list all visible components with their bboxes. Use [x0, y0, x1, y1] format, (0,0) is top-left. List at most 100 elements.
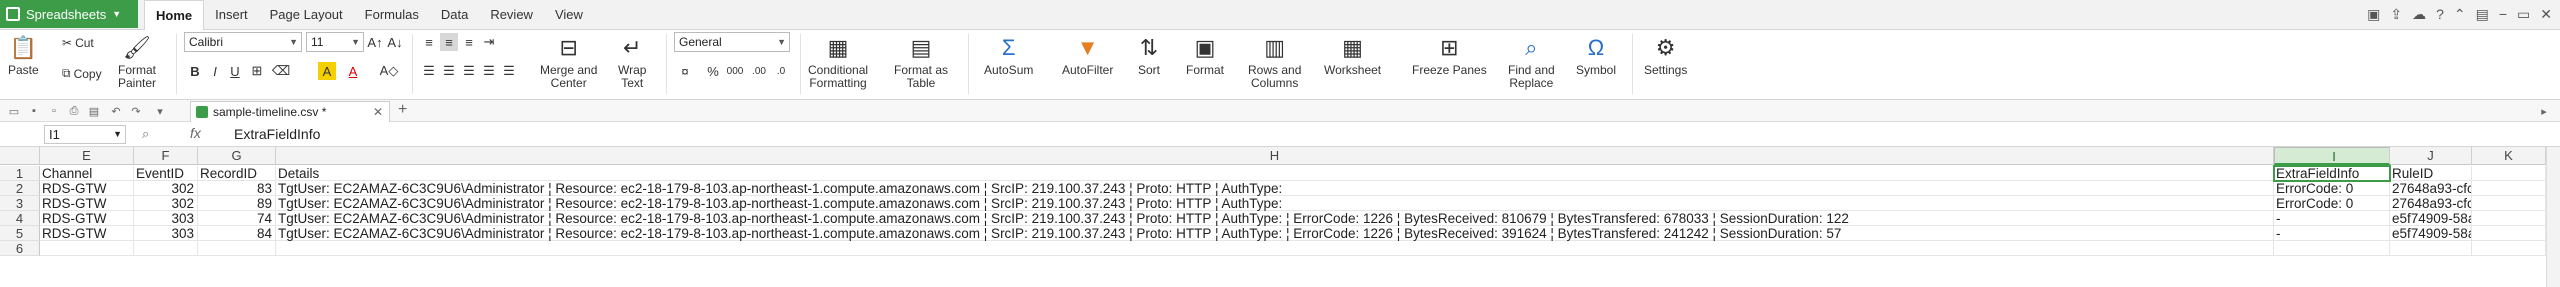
row-header[interactable]: 1 — [0, 166, 40, 181]
increase-font-icon[interactable]: A↑ — [366, 33, 384, 51]
restore-toolbar-icon[interactable]: ▤ — [2476, 6, 2489, 23]
app-menu-button[interactable]: Spreadsheets ▼ — [0, 0, 138, 28]
tab-home[interactable]: Home — [144, 0, 205, 31]
merge-center-button[interactable]: ⊟ Merge and Center — [540, 34, 597, 90]
cell[interactable]: 27648a93-cfc0-49 — [2390, 181, 2472, 196]
document-tab[interactable]: sample-timeline.csv * ✕ — [190, 101, 390, 122]
print-preview-icon[interactable]: ▤ — [86, 103, 102, 119]
cell[interactable]: ExtraFieldInfo — [2274, 166, 2390, 181]
select-all-corner[interactable] — [0, 147, 40, 165]
skin-icon[interactable]: ▣ — [2367, 6, 2380, 23]
cell[interactable]: TgtUser: EC2AMAZ-6C3C9U6\Administrator ¦… — [276, 181, 2274, 196]
tab-insert[interactable]: Insert — [204, 0, 259, 30]
row-header[interactable]: 4 — [0, 211, 40, 226]
font-name-select[interactable]: Calibri ▼ — [184, 32, 302, 52]
cell[interactable]: Details — [276, 166, 2274, 181]
percent-button[interactable]: % — [704, 62, 722, 80]
cell[interactable]: 74 — [198, 211, 276, 226]
new-tab-button[interactable]: + — [398, 101, 407, 119]
maximize-icon[interactable]: ▭ — [2517, 6, 2530, 23]
close-tab-icon[interactable]: ✕ — [373, 102, 383, 122]
align-top-icon[interactable]: ≡ — [420, 33, 438, 51]
italic-button[interactable]: I — [206, 62, 224, 80]
autosum-button[interactable]: Σ AutoSum — [984, 34, 1033, 77]
cell[interactable]: RDS-GTW — [40, 211, 134, 226]
tab-view[interactable]: View — [544, 0, 594, 30]
tab-data[interactable]: Data — [430, 0, 479, 30]
cell[interactable]: RDS-GTW — [40, 181, 134, 196]
row-header[interactable]: 5 — [0, 226, 40, 241]
column-header-i[interactable]: I — [2274, 147, 2390, 165]
cell[interactable] — [2472, 181, 2546, 196]
cell[interactable]: TgtUser: EC2AMAZ-6C3C9U6\Administrator ¦… — [276, 211, 2274, 226]
align-center-icon[interactable]: ☰ — [440, 62, 458, 80]
font-size-select[interactable]: 11 ▼ — [306, 32, 364, 52]
cell[interactable]: TgtUser: EC2AMAZ-6C3C9U6\Administrator ¦… — [276, 196, 2274, 211]
share-icon[interactable]: ⇪ — [2390, 6, 2402, 23]
cell[interactable] — [2472, 211, 2546, 226]
cell[interactable] — [276, 241, 2274, 256]
increase-decimal-icon[interactable]: .00 — [750, 62, 768, 80]
tab-formulas[interactable]: Formulas — [354, 0, 430, 30]
copy-button[interactable]: ⧉ Copy — [62, 66, 102, 81]
align-left-icon[interactable]: ☰ — [420, 62, 438, 80]
customize-toolbar-icon[interactable]: ▾ — [152, 103, 168, 119]
cell[interactable]: RDS-GTW — [40, 226, 134, 241]
cell[interactable] — [2274, 241, 2390, 256]
decrease-decimal-icon[interactable]: .0 — [772, 62, 790, 80]
thousands-icon[interactable]: 000 — [726, 62, 744, 80]
column-header-e[interactable]: E — [40, 147, 134, 165]
cell[interactable]: e5f74909-58a9-45 — [2390, 211, 2472, 226]
paste-button[interactable]: 📋 Paste — [8, 34, 39, 77]
cell[interactable]: 84 — [198, 226, 276, 241]
column-header-k[interactable]: K — [2472, 147, 2546, 165]
indent-icon[interactable]: ⇥ — [480, 33, 498, 51]
sort-button[interactable]: ⇅ Sort — [1136, 34, 1162, 77]
cell[interactable]: ErrorCode: 0 — [2274, 181, 2390, 196]
row-header[interactable]: 6 — [0, 241, 40, 256]
column-header-j[interactable]: J — [2390, 147, 2472, 165]
column-header-g[interactable]: G — [198, 147, 276, 165]
conditional-formatting-button[interactable]: ▦ Conditional Formatting — [808, 34, 868, 90]
zoom-formula-icon[interactable]: ⌕ — [142, 126, 149, 142]
cell[interactable] — [40, 241, 134, 256]
save-as-icon[interactable]: ▫ — [46, 103, 62, 119]
cell[interactable] — [2472, 196, 2546, 211]
chat-icon[interactable]: ☁ — [2412, 6, 2426, 23]
cell[interactable]: ErrorCode: 0 — [2274, 196, 2390, 211]
name-box[interactable]: I1 ▼ — [44, 125, 126, 144]
format-painter-button[interactable]: 🖌 Format Painter — [118, 34, 156, 90]
cell[interactable] — [134, 241, 198, 256]
cell[interactable]: RecordID — [198, 166, 276, 181]
align-right-icon[interactable]: ☰ — [460, 62, 478, 80]
cell[interactable]: - — [2274, 211, 2390, 226]
symbol-button[interactable]: Ω Symbol — [1576, 34, 1616, 77]
format-button[interactable]: ▣ Format — [1186, 34, 1224, 77]
cut-button[interactable]: ✂ Cut — [62, 36, 94, 50]
cell[interactable] — [2472, 241, 2546, 256]
justify-icon[interactable]: ☰ — [480, 62, 498, 80]
minimize-icon[interactable]: − — [2499, 6, 2507, 22]
cell[interactable]: EventID — [134, 166, 198, 181]
save-icon[interactable]: ▪ — [26, 103, 42, 119]
cell[interactable] — [2472, 166, 2546, 181]
cell[interactable]: TgtUser: EC2AMAZ-6C3C9U6\Administrator ¦… — [276, 226, 2274, 241]
cell[interactable] — [2390, 241, 2472, 256]
cell[interactable]: Channel — [40, 166, 134, 181]
formula-input[interactable]: ExtraFieldInfo — [234, 126, 320, 142]
cell[interactable] — [198, 241, 276, 256]
cell[interactable]: RuleID — [2390, 166, 2472, 181]
rows-columns-button[interactable]: ▥ Rows and Columns — [1248, 34, 1301, 90]
currency-icon[interactable]: ¤ — [676, 62, 694, 80]
number-format-select[interactable]: General ▼ — [674, 32, 790, 52]
cell[interactable]: 303 — [134, 226, 198, 241]
help-icon[interactable]: ? — [2436, 6, 2444, 22]
close-icon[interactable]: ✕ — [2540, 6, 2552, 23]
decrease-font-icon[interactable]: A↓ — [386, 33, 404, 51]
cell[interactable]: 302 — [134, 196, 198, 211]
distributed-icon[interactable]: ☰ — [500, 62, 518, 80]
cell[interactable]: RDS-GTW — [40, 196, 134, 211]
eraser-icon[interactable]: ⌫ — [272, 62, 290, 80]
settings-button[interactable]: ⚙ Settings — [1644, 34, 1687, 77]
align-bottom-icon[interactable]: ≡ — [460, 33, 478, 51]
